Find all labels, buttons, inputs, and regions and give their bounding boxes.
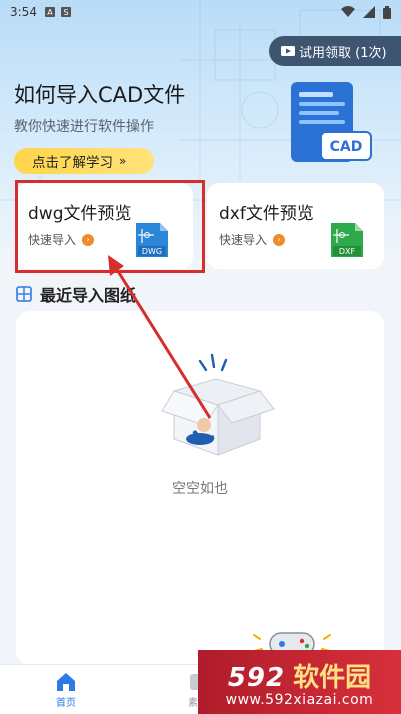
dxf-file-icon: DXF <box>331 223 363 257</box>
cad-document-illustration: CAD <box>291 82 372 162</box>
tab-home[interactable]: 首页 <box>16 665 116 714</box>
card-title: dwg文件预览 <box>28 204 132 224</box>
card-title: dxf文件预览 <box>219 204 314 224</box>
recent-imports-panel: 空空如也 <box>16 311 384 665</box>
notification-a-icon: A <box>44 7 55 17</box>
tab-home-label: 首页 <box>56 697 76 709</box>
quick-import-label: 快速导入 <box>219 233 268 247</box>
learn-more-label: 点击了解学习 <box>32 155 113 171</box>
trial-claim-button[interactable]: 试用领取 (1次) <box>269 36 401 66</box>
trial-claim-label: 试用领取 (1次) <box>299 45 387 61</box>
recent-imports-header: 最近导入图纸 <box>16 282 136 306</box>
quick-import-label: 快速导入 <box>28 233 77 247</box>
dwg-preview-card[interactable]: dwg文件预览 快速导入 › DWG <box>16 183 193 269</box>
signal-icon <box>363 6 375 18</box>
video-ticket-icon <box>281 46 295 56</box>
dxf-file-label: DXF <box>339 247 356 256</box>
hero-subtitle: 教你快速进行软件操作 <box>14 119 154 135</box>
home-icon <box>57 672 75 691</box>
arrow-right-icon: › <box>273 233 286 246</box>
double-chevron-icon: » <box>119 154 127 168</box>
watermark-name: 软件园 <box>293 662 372 693</box>
arrow-right-icon: › <box>82 233 95 246</box>
learn-more-button[interactable]: 点击了解学习 » <box>14 148 154 174</box>
svg-text:S: S <box>63 8 68 17</box>
dxf-preview-card[interactable]: dxf文件预览 快速导入 › DXF <box>207 183 384 269</box>
quick-import-link[interactable]: 快速导入 › <box>219 231 286 248</box>
empty-box-illustration <box>161 353 275 456</box>
watermark-url: www.592xiazai.com <box>225 691 374 708</box>
hero-title: 如何导入CAD文件 <box>14 83 186 107</box>
quick-import-link[interactable]: 快速导入 › <box>28 231 95 248</box>
svg-text:A: A <box>47 8 53 17</box>
wifi-icon <box>341 6 355 17</box>
status-bar: 3:54 A S <box>0 0 401 24</box>
recent-imports-title: 最近导入图纸 <box>40 286 137 305</box>
cad-badge: CAD <box>330 139 363 155</box>
empty-state-text: 空空如也 <box>172 481 228 497</box>
drawing-icon <box>16 286 32 302</box>
dwg-file-icon: DWG <box>136 223 168 257</box>
notification-s-icon: S <box>60 7 71 17</box>
file-preview-cards: dwg文件预览 快速导入 › DWG dxf文件预览 快速导入 › DXF <box>16 183 384 269</box>
battery-icon <box>383 5 391 19</box>
dwg-file-label: DWG <box>142 247 162 256</box>
watermark-number: 592 <box>227 662 286 693</box>
site-watermark: 592 软件园 www.592xiazai.com <box>198 650 401 714</box>
status-time: 3:54 <box>10 5 37 19</box>
